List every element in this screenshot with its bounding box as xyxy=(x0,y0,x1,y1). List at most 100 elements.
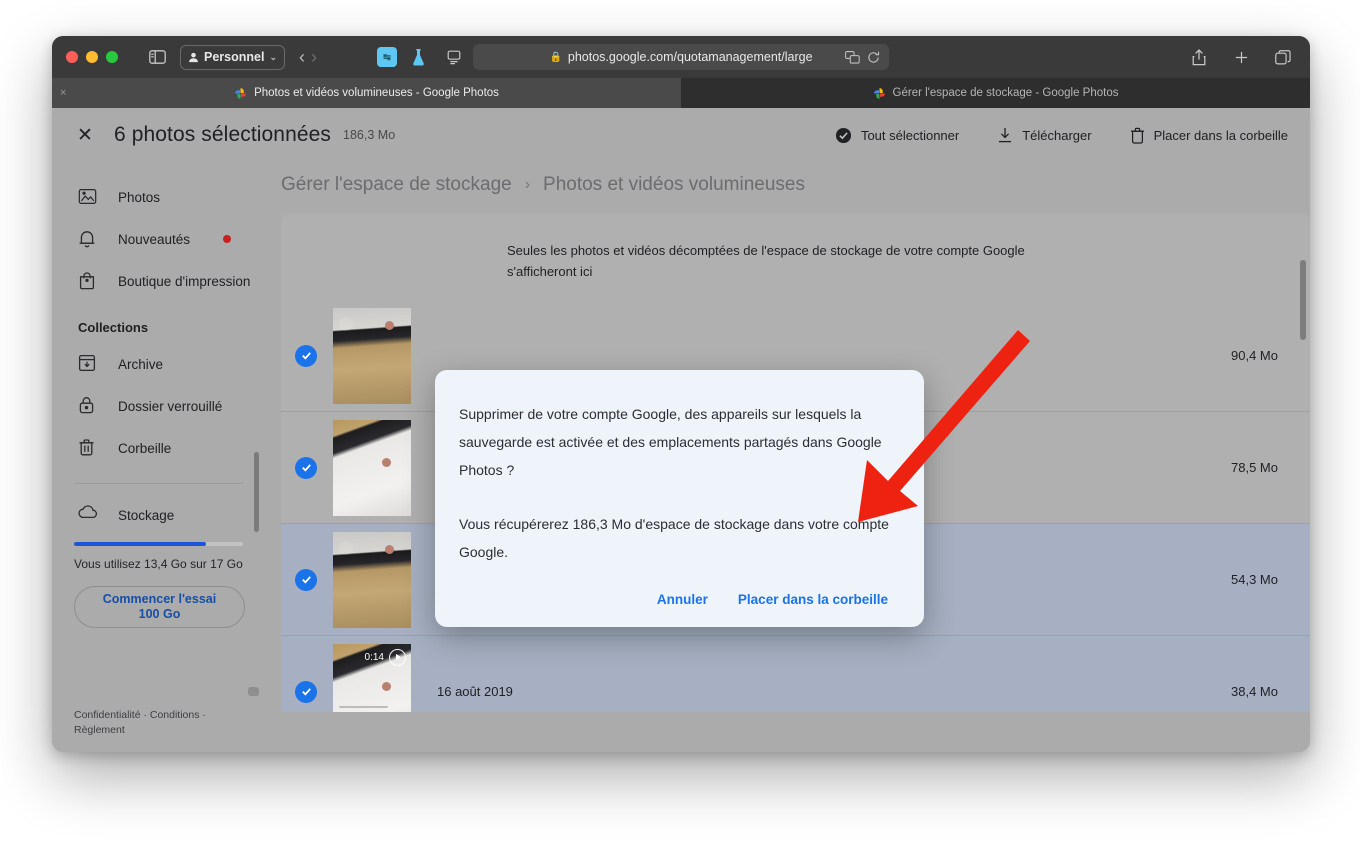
window-traffic-lights[interactable] xyxy=(66,51,118,63)
flask-extension-icon[interactable] xyxy=(406,45,432,69)
trial-line-2: 100 Go xyxy=(139,607,181,622)
check-circle-icon xyxy=(835,127,852,144)
storage-progress-track xyxy=(74,542,243,546)
bell-icon xyxy=(78,229,98,249)
check-icon xyxy=(300,685,313,698)
tab-title: Photos et vidéos volumineuses - Google P… xyxy=(254,87,499,99)
extension-icons[interactable]: ↹ xyxy=(377,45,467,69)
exit-selection-button[interactable]: ✕ xyxy=(70,120,100,150)
profile-label: Personnel xyxy=(204,50,264,64)
sidebar-item-photos[interactable]: Photos xyxy=(52,176,267,218)
move-to-trash-label: Placer dans la corbeille xyxy=(1154,128,1288,143)
photo-thumbnail[interactable] xyxy=(333,532,411,628)
table-row[interactable]: 0:14 16 août 2019 38,4 Mo xyxy=(281,636,1310,712)
row-size: 38,4 Mo xyxy=(1231,684,1278,699)
row-checkbox[interactable] xyxy=(295,345,317,367)
move-to-trash-button[interactable]: Placer dans la corbeille xyxy=(1130,127,1288,144)
reload-icon[interactable] xyxy=(867,51,880,64)
trash-icon xyxy=(1130,127,1145,144)
breadcrumb-parent[interactable]: Gérer l'espace de stockage xyxy=(281,174,512,196)
video-thumbnail[interactable]: 0:14 xyxy=(333,644,411,713)
row-size: 54,3 Mo xyxy=(1231,572,1278,587)
new-tab-icon[interactable] xyxy=(1228,45,1254,69)
sidebar-label: Nouveautés xyxy=(118,232,190,247)
tab-photos-volumineuses[interactable]: × Photos et vidéos volumineuses - Google… xyxy=(52,78,681,108)
confirm-delete-dialog: Supprimer de votre compte Google, des ap… xyxy=(435,370,924,627)
card-note-text: Seules les photos et vidéos décomptées d… xyxy=(281,214,1071,296)
sidebar-item-nouveautes[interactable]: Nouveautés xyxy=(52,218,267,260)
sidebar-item-archive[interactable]: Archive xyxy=(52,343,267,385)
tab-close-icon[interactable]: × xyxy=(60,87,66,99)
toolbar-right-actions[interactable] xyxy=(1186,45,1296,69)
lock-icon: 🔒 xyxy=(549,52,561,63)
photo-thumbnail[interactable] xyxy=(333,308,411,404)
video-duration-badge: 0:14 xyxy=(365,649,406,666)
sidebar-item-dossier-verrouille[interactable]: Dossier verrouillé xyxy=(52,385,267,427)
share-icon[interactable] xyxy=(1186,45,1212,69)
forward-button[interactable]: › xyxy=(311,48,317,66)
sidebar-scroll-indicator[interactable] xyxy=(248,687,259,696)
sidebar-divider xyxy=(74,483,243,484)
storage-progress-fill xyxy=(74,542,206,546)
sidebar-footer-links[interactable]: Confidentialité · Conditions · Règlement xyxy=(74,708,251,738)
select-all-label: Tout sélectionner xyxy=(861,128,959,143)
start-trial-button[interactable]: Commencer l'essai 100 Go xyxy=(74,586,245,628)
url-text: photos.google.com/quotamanagement/large xyxy=(568,50,813,64)
photo-icon xyxy=(78,187,98,207)
check-icon xyxy=(300,349,313,362)
bag-icon xyxy=(78,271,98,291)
sidebar-item-corbeille[interactable]: Corbeille xyxy=(52,427,267,469)
select-all-button[interactable]: Tout sélectionner xyxy=(835,127,959,144)
download-label: Télécharger xyxy=(1022,128,1091,143)
minimize-window-button[interactable] xyxy=(86,51,98,63)
reader-extension-icon[interactable] xyxy=(441,45,467,69)
selection-header: ✕ 6 photos sélectionnées 186,3 Mo Tout s… xyxy=(52,108,1310,162)
tab-overview-icon[interactable] xyxy=(1270,45,1296,69)
back-button[interactable]: ‹ xyxy=(299,48,305,66)
close-window-button[interactable] xyxy=(66,51,78,63)
archive-icon xyxy=(78,354,98,374)
tab-gerer-espace-stockage[interactable]: Gérer l'espace de stockage - Google Phot… xyxy=(681,78,1310,108)
sidebar-label: Photos xyxy=(118,190,160,205)
cloud-icon xyxy=(78,505,98,525)
photo-thumbnail[interactable] xyxy=(333,420,411,516)
row-checkbox[interactable] xyxy=(295,457,317,479)
sidebar-scrollbar-thumb[interactable] xyxy=(254,452,259,532)
download-icon xyxy=(997,127,1013,144)
breadcrumb: Gérer l'espace de stockage › Photos et v… xyxy=(281,162,1310,214)
notification-badge-dot xyxy=(223,235,231,243)
safari-browser-window: Personnel ⌄ ‹ › ↹ xyxy=(52,36,1310,752)
storage-usage-text: Vous utilisez 13,4 Go sur 17 Go xyxy=(74,557,245,571)
sidebar-item-boutique-impression[interactable]: Boutique d'impression xyxy=(52,260,267,302)
sidebar-label: Boutique d'impression xyxy=(118,274,250,289)
sidebar-toggle-icon[interactable] xyxy=(144,45,170,69)
tab-bar[interactable]: × Photos et vidéos volumineuses - Google… xyxy=(52,78,1310,108)
content-scrollbar-thumb[interactable] xyxy=(1300,260,1306,340)
dialog-paragraph-1: Supprimer de votre compte Google, des ap… xyxy=(459,400,892,484)
download-button[interactable]: Télécharger xyxy=(997,127,1091,144)
address-bar-wrapper[interactable]: 🔒 photos.google.com/quotamanagement/larg… xyxy=(473,44,889,70)
trash-icon xyxy=(78,438,98,458)
person-icon xyxy=(188,52,199,63)
row-checkbox[interactable] xyxy=(295,681,317,703)
navigation-arrows[interactable]: ‹ › xyxy=(299,48,317,66)
row-checkbox[interactable] xyxy=(295,569,317,591)
browser-toolbar: Personnel ⌄ ‹ › ↹ xyxy=(52,36,1310,78)
dialog-confirm-trash-button[interactable]: Placer dans la corbeille xyxy=(738,592,888,607)
footer-line-1[interactable]: Confidentialité · Conditions · xyxy=(74,708,251,723)
dialog-cancel-button[interactable]: Annuler xyxy=(657,592,708,607)
lock-icon xyxy=(78,396,98,416)
sidebar-label: Dossier verrouillé xyxy=(118,399,222,414)
row-size: 90,4 Mo xyxy=(1231,348,1278,363)
translate-extension-icon[interactable]: ↹ xyxy=(377,47,397,67)
footer-line-2[interactable]: Règlement xyxy=(74,723,251,738)
profile-chip[interactable]: Personnel ⌄ xyxy=(180,45,285,70)
sidebar-item-stockage[interactable]: Stockage xyxy=(52,494,267,536)
breadcrumb-current: Photos et vidéos volumineuses xyxy=(543,174,805,196)
translate-icon[interactable] xyxy=(845,51,860,64)
address-bar[interactable]: 🔒 photos.google.com/quotamanagement/larg… xyxy=(473,44,889,70)
dialog-paragraph-2: Vous récupérerez 186,3 Mo d'espace de st… xyxy=(459,510,892,566)
play-icon xyxy=(389,649,406,666)
selection-actions: Tout sélectionner Télécharger xyxy=(835,127,1288,144)
maximize-window-button[interactable] xyxy=(106,51,118,63)
